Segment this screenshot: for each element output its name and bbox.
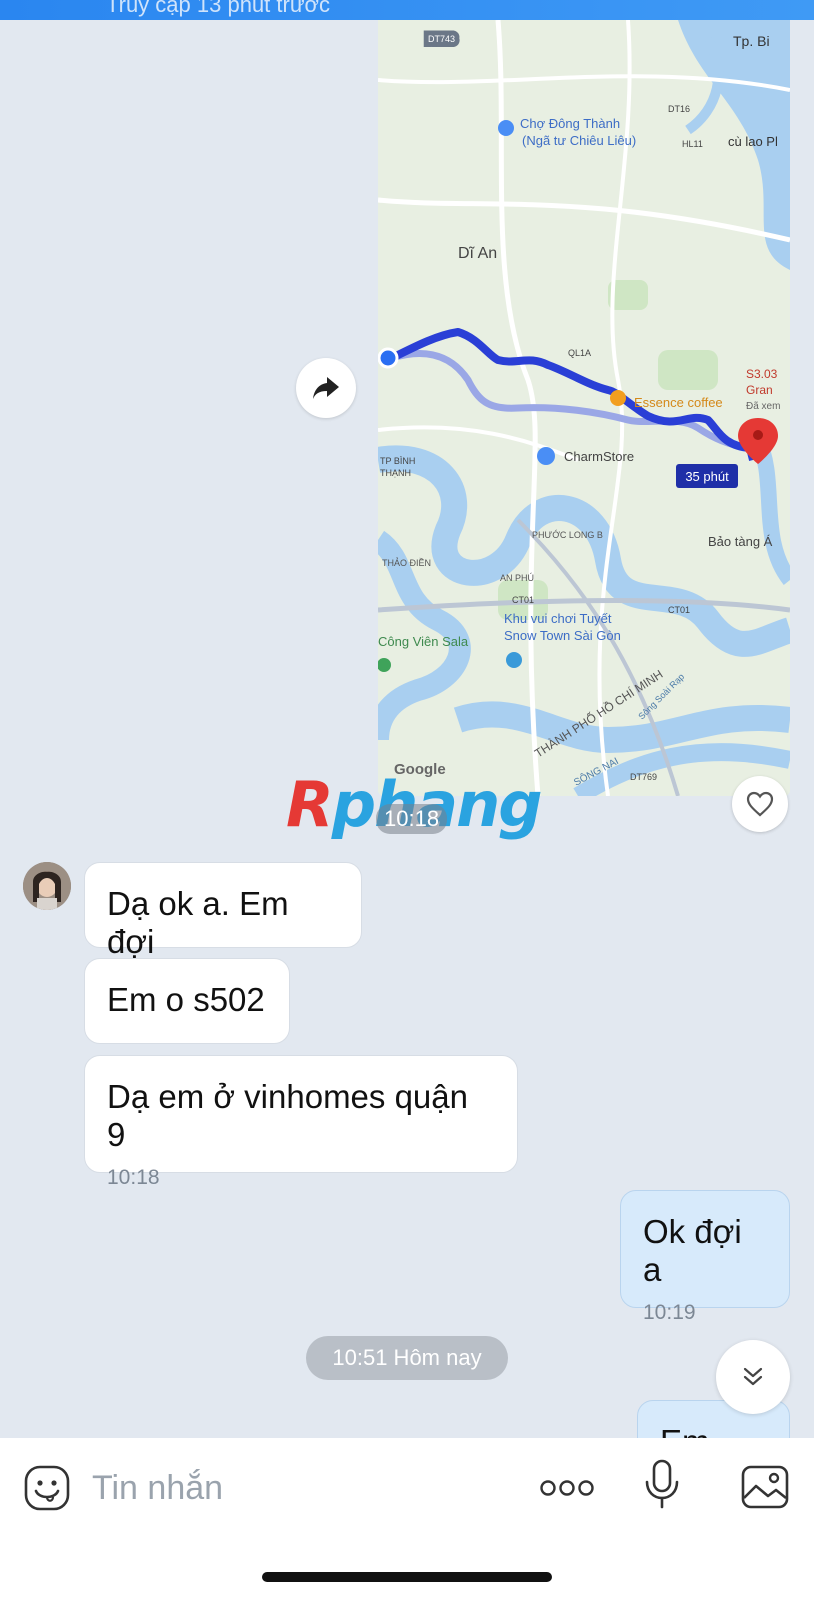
label-dt769: DT769 — [630, 772, 657, 782]
label-ct01: CT01 — [512, 595, 534, 605]
label-thao-dien: THẢO ĐIỀN — [382, 557, 431, 568]
label-bao-tang: Bảo tàng Á — [708, 534, 773, 549]
label-cong-vien: Công Viên Sala — [378, 634, 469, 649]
message-text: Dạ em ở vinhomes quận 9 — [107, 1078, 468, 1153]
label-gran: Gran — [746, 383, 773, 397]
double-chevron-down-icon — [743, 1367, 763, 1386]
label-snow-town: Snow Town Sài Gòn — [504, 628, 621, 643]
label-cho-dong-thanh: Chợ Đông Thành — [520, 116, 620, 131]
label-hl11: HL11 — [682, 139, 703, 149]
label-ct01-b: CT01 — [668, 605, 690, 615]
chat-header: Truy cập 13 phút trước — [0, 0, 814, 20]
message-time: 10:19 — [643, 1301, 696, 1324]
message-text: Ok đợi a — [643, 1213, 742, 1288]
date-separator: 10:51 Hôm nay — [306, 1336, 508, 1380]
label-s303: S3.03 — [746, 367, 778, 381]
sticker-emoji-icon — [24, 1465, 70, 1511]
share-button[interactable] — [296, 358, 356, 418]
label-essence-coffee: Essence coffee — [634, 395, 723, 410]
label-dt16: DT16 — [668, 104, 690, 114]
heart-icon — [746, 791, 774, 817]
message-text: Dạ ok a. Em đợi — [107, 885, 289, 960]
more-button[interactable] — [540, 1478, 594, 1503]
message-time: 10:18 — [107, 1166, 160, 1189]
label-tp: Tp. Bi — [733, 33, 770, 49]
microphone-icon — [645, 1459, 679, 1509]
svg-text:DT743: DT743 — [428, 34, 455, 44]
label-da-xem: Đã xem — [746, 401, 780, 412]
message-bubble-outgoing[interactable]: Ok đợi a 10:19 — [620, 1190, 790, 1324]
message-bubble-incoming[interactable]: Dạ em ở vinhomes quận 9 10:18 — [84, 1055, 518, 1189]
message-input[interactable] — [92, 1464, 492, 1512]
eta-label: 35 phút — [685, 469, 729, 484]
more-dots-icon — [540, 1480, 594, 1496]
map-timestamp: 10:18 — [376, 804, 448, 834]
image-picker-button[interactable] — [740, 1464, 790, 1515]
label-thanh: THẠNH — [380, 468, 411, 478]
voice-message-button[interactable] — [644, 1458, 680, 1515]
label-charmstore: CharmStore — [564, 449, 634, 464]
map-svg: 35 phút DT743 Tp. Bi DT16 Chợ Đông Thành… — [378, 20, 790, 796]
label-cu-lao: cù lao Pl — [728, 134, 778, 149]
react-heart-button[interactable] — [732, 776, 788, 832]
last-seen-status: Truy cập 13 phút trước — [106, 0, 330, 17]
label-khu-vui-choi: Khu vui chơi Tuyết — [504, 611, 612, 626]
forward-arrow-icon — [313, 377, 339, 399]
label-ql1a: QL1A — [568, 348, 591, 358]
label-nga-tu: (Ngã tư Chiêu Liêu) — [522, 133, 636, 148]
message-bubble-incoming[interactable]: Em o s502 — [84, 958, 290, 1044]
label-an-phu: AN PHÚ — [500, 573, 534, 583]
message-bubble-incoming[interactable]: Dạ ok a. Em đợi — [84, 862, 362, 960]
label-di-an: Dĩ An — [458, 245, 497, 262]
contact-avatar[interactable] — [23, 862, 71, 910]
label-phuoc-long: PHƯỚC LONG B — [532, 530, 603, 540]
message-text: Em o s502 — [107, 981, 265, 1018]
scroll-to-bottom-button[interactable] — [716, 1340, 790, 1414]
label-dt743: DT743 — [428, 34, 455, 44]
shared-map-image[interactable]: 35 phút DT743 Tp. Bi DT16 Chợ Đông Thành… — [378, 20, 790, 796]
message-composer — [0, 1438, 814, 1600]
image-icon — [741, 1465, 789, 1509]
home-indicator — [262, 1572, 552, 1582]
label-tp-binh: TP BÌNH — [380, 456, 415, 466]
sticker-button[interactable] — [23, 1464, 71, 1517]
